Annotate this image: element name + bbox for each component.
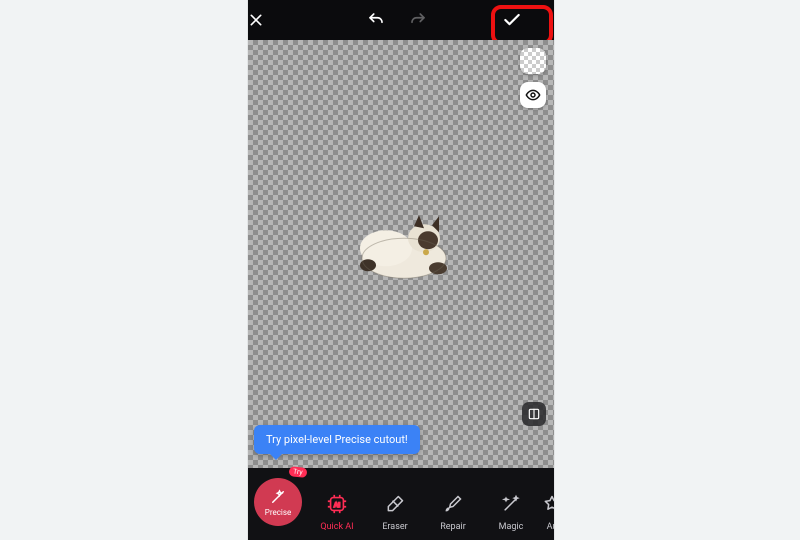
redo-button[interactable] [409,11,427,29]
redo-icon [409,11,427,29]
eye-icon [525,87,541,103]
undo-button[interactable] [367,11,385,29]
close-button[interactable] [248,12,292,28]
precise-bubble: Precise Try [254,478,302,526]
precise-tooltip: Try pixel-level Precise cutout! [254,425,420,454]
tool-quick-ai[interactable]: AI Quick AI [308,490,366,534]
eraser-icon [385,494,405,514]
close-icon [248,12,264,28]
svg-text:AI: AI [334,502,341,509]
cat-image [342,210,460,282]
wand-icon [269,488,287,506]
tool-label: Au [547,522,554,532]
preview-button[interactable] [520,82,546,108]
tool-auto-partial[interactable]: Au [540,490,554,534]
ai-chip-icon: AI [326,493,348,515]
brush-icon [443,494,463,514]
top-bar [248,0,554,40]
tool-label: Precise [265,508,291,517]
compare-button[interactable] [522,402,546,426]
compare-icon [527,407,541,421]
tool-label: Eraser [382,522,407,532]
try-badge: Try [289,466,308,478]
sparkle-wand-icon [501,494,521,514]
bottom-toolbar: Precise Try AI Quick AI Eraser Repair [248,468,554,540]
tooltip-text: Try pixel-level Precise cutout! [266,433,408,446]
editor-canvas[interactable]: Try pixel-level Precise cutout! [248,40,554,474]
cutout-subject[interactable] [342,210,460,282]
tool-magic[interactable]: Magic [482,490,540,534]
tool-label: Quick AI [320,522,353,532]
tool-eraser[interactable]: Eraser [366,490,424,534]
tool-precise[interactable]: Precise Try [252,532,308,534]
tool-repair[interactable]: Repair [424,490,482,534]
history-controls [292,11,502,29]
check-icon [502,10,522,30]
tool-label: Magic [499,522,524,532]
tool-label: Repair [440,522,466,532]
background-toggle-button[interactable] [520,48,546,74]
star-icon [542,494,554,514]
undo-icon [367,11,385,29]
confirm-button[interactable] [502,10,554,30]
app-frame: Try pixel-level Precise cutout! Precise … [248,0,554,540]
